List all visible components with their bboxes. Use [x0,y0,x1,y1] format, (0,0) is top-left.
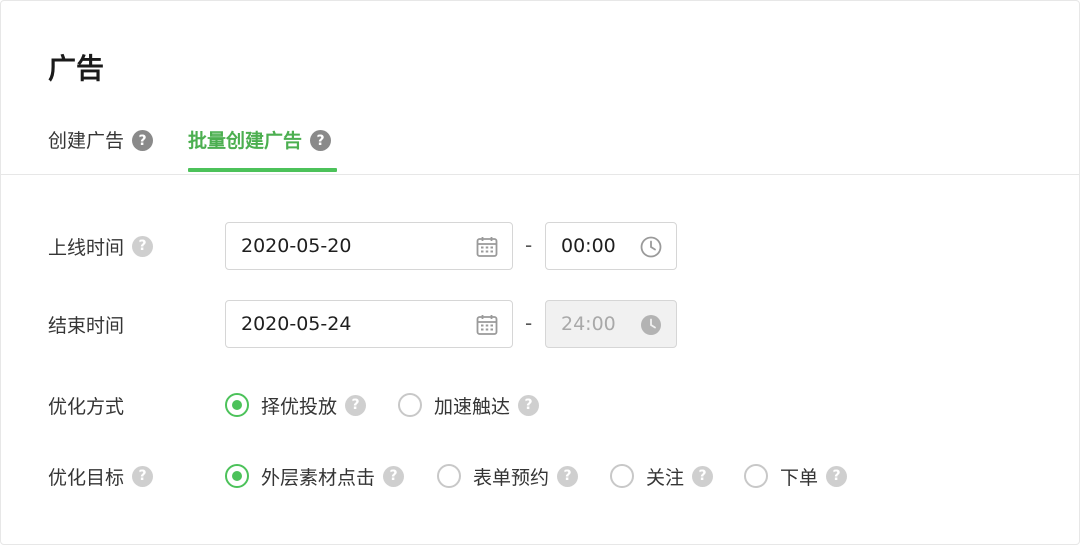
radio-label: 加速触达 [434,395,511,418]
radio-checked-icon [225,464,249,488]
radio-unchecked-icon [610,464,634,488]
radio-label: 表单预约 [473,466,550,489]
range-separator: - [525,233,533,257]
calendar-icon[interactable] [475,235,499,259]
end-date-input[interactable]: 2020-05-24 [225,300,513,348]
help-icon[interactable]: ? [132,235,154,257]
help-icon[interactable]: ? [518,394,540,416]
online-date-input[interactable]: 2020-05-20 [225,222,513,270]
radio-unchecked-icon [744,464,768,488]
end-time-label: 结束时间 [48,311,124,337]
clock-icon [641,315,661,335]
field-label: 上线时间 [48,236,125,259]
radio-checked-icon [225,393,249,417]
end-date-value: 2020-05-24 [241,313,352,335]
radio-optimal-delivery[interactable]: 择优投放 ? [225,392,367,418]
optimize-method-label: 优化方式 [48,392,124,418]
radio-place-order[interactable]: 下单 ? [744,463,848,489]
active-tab-indicator [188,168,337,172]
radio-label: 择优投放 [261,395,338,418]
tab-label: 批量创建广告 [188,130,303,152]
help-icon[interactable]: ? [826,465,848,487]
help-icon[interactable]: ? [557,465,579,487]
radio-label: 关注 [646,466,685,489]
radio-unchecked-icon [398,393,422,417]
field-label: 优化方式 [48,395,125,418]
field-label: 优化目标 [48,466,125,489]
radio-follow[interactable]: 关注 ? [610,463,714,489]
optimize-goal-label: 优化目标 ? [48,463,154,489]
radio-label: 下单 [780,466,819,489]
tab-bar: 创建广告 ? 批量创建广告 ? [0,118,1080,175]
clock-icon[interactable] [639,235,663,259]
range-separator: - [525,311,533,335]
field-label: 结束时间 [48,314,125,337]
calendar-icon[interactable] [475,313,499,337]
online-date-value: 2020-05-20 [241,235,352,257]
radio-accelerated-reach[interactable]: 加速触达 ? [398,392,540,418]
page-title: 广告 [48,52,105,85]
radio-unchecked-icon [437,464,461,488]
tab-label: 创建广告 [48,130,125,152]
radio-label: 外层素材点击 [261,466,376,489]
help-icon[interactable]: ? [383,465,405,487]
help-icon[interactable]: ? [132,130,154,151]
help-icon[interactable]: ? [345,394,367,416]
help-icon[interactable]: ? [132,465,154,487]
radio-form-reservation[interactable]: 表单预约 ? [437,463,579,489]
online-time-input[interactable]: 00:00 [545,222,677,270]
tab-create-ad[interactable]: 创建广告 ? [48,118,154,174]
radio-outer-material-click[interactable]: 外层素材点击 ? [225,463,405,489]
end-time-input: 24:00 [545,300,677,348]
online-time-label: 上线时间 ? [48,233,154,259]
tab-batch-create-ad[interactable]: 批量创建广告 ? [188,118,332,174]
help-icon[interactable]: ? [310,130,332,151]
help-icon[interactable]: ? [692,465,714,487]
